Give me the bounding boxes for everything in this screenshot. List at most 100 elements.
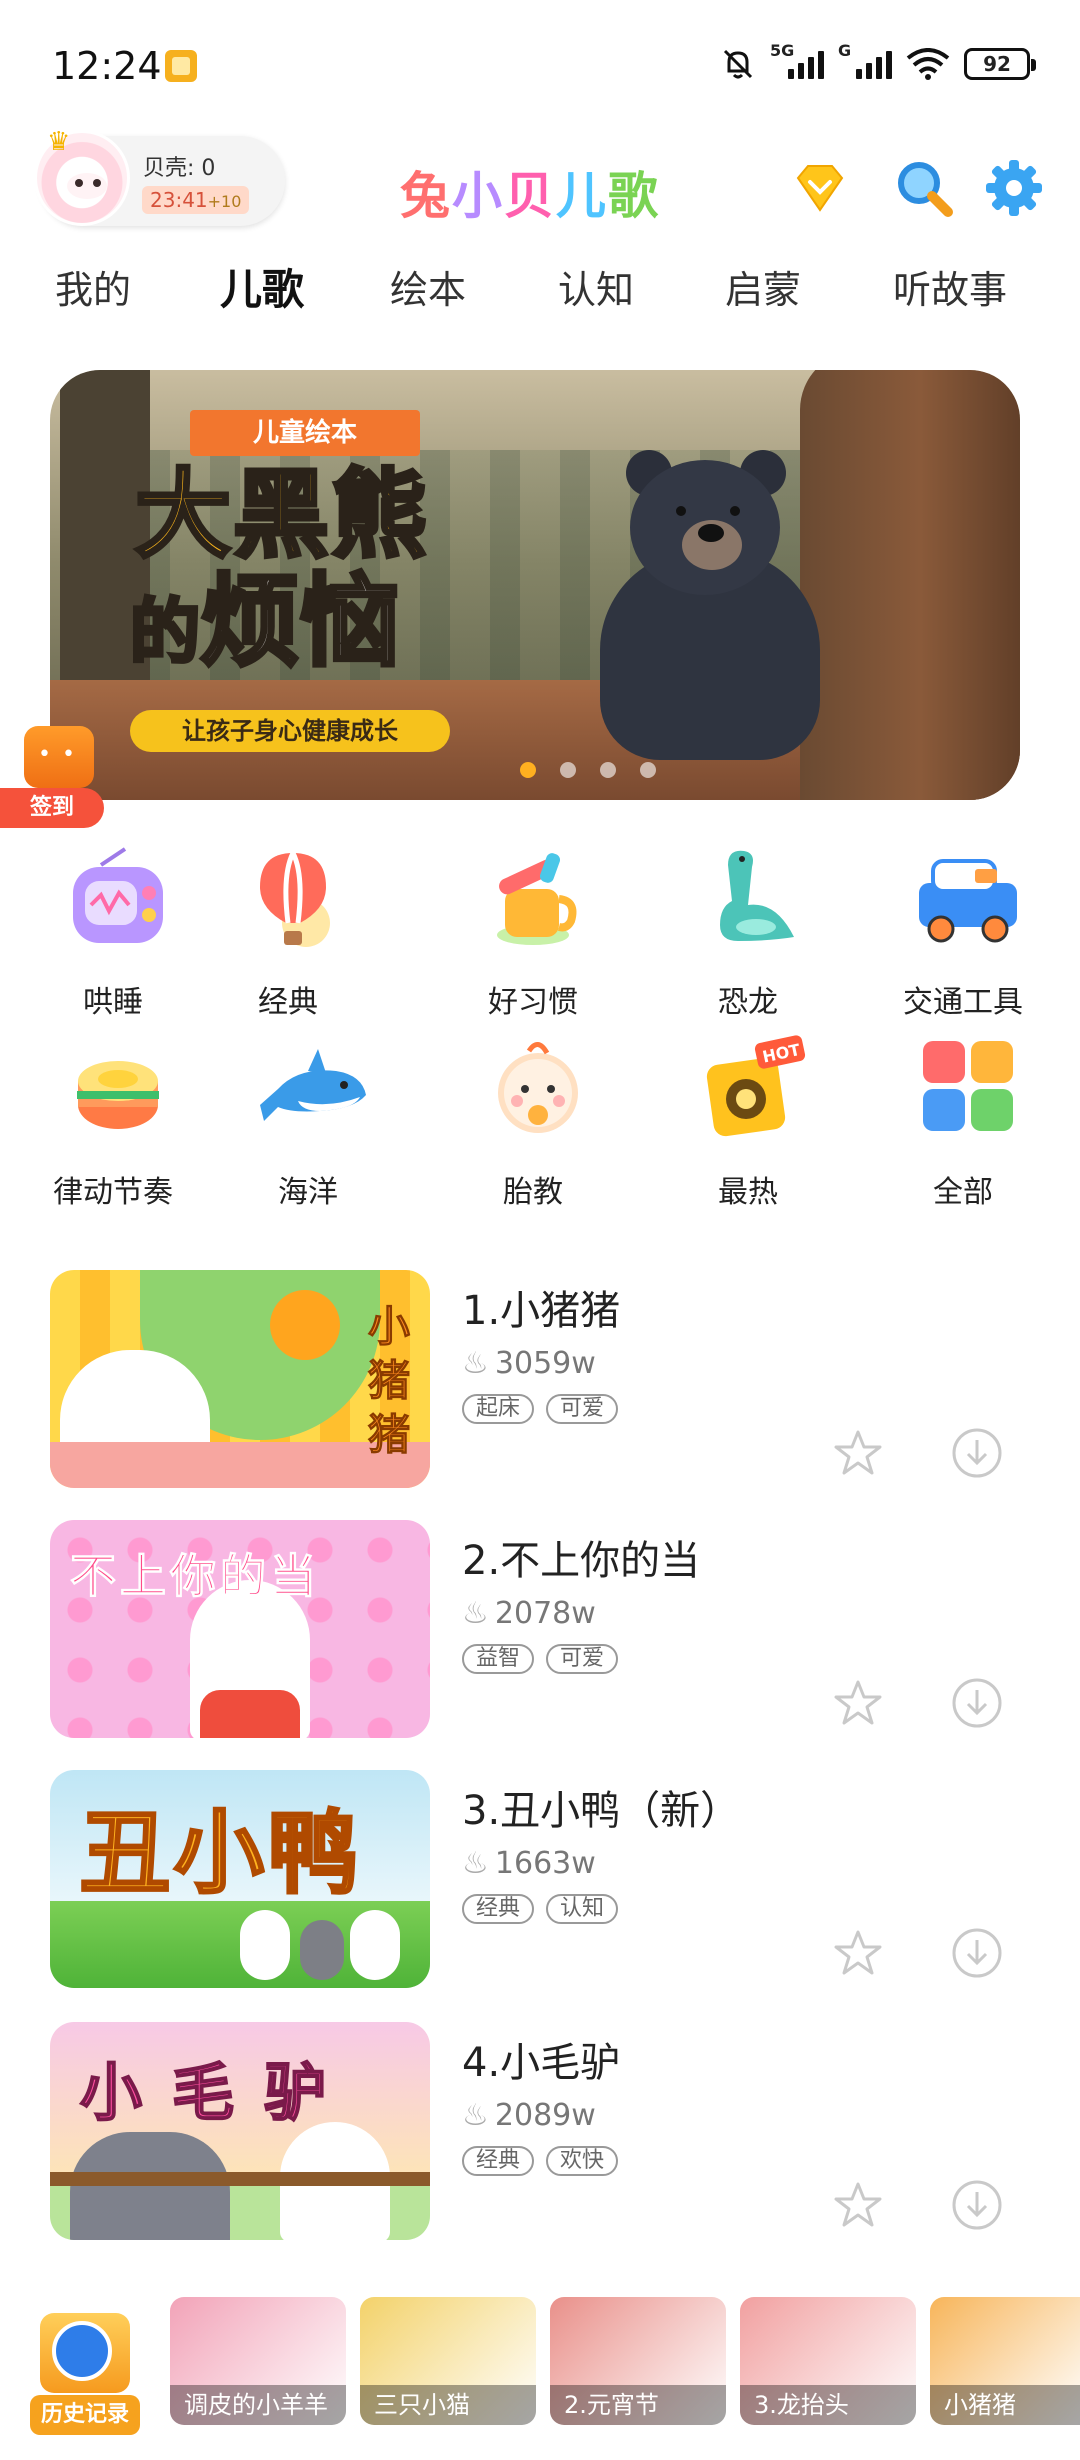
radio-icon (73, 847, 163, 943)
recent-label: 三只小猫 (360, 2385, 536, 2425)
flame-icon: ♨ (462, 1596, 489, 1631)
category-all[interactable]: 全部 (873, 1035, 1053, 1225)
flame-icon: ♨ (462, 2098, 489, 2133)
song-tag: 益智 (462, 1644, 535, 1674)
song-tags: 起床 可爱 (462, 1394, 619, 1424)
category-hottest[interactable]: HOT 最热 (658, 1035, 838, 1225)
search-icon[interactable] (892, 156, 956, 220)
song-thumbnail[interactable]: 小毛驴 (50, 2022, 430, 2240)
sun-icon (270, 1290, 340, 1360)
avatar: ♛ (34, 127, 130, 226)
play-count: ♨ 2078w (462, 1596, 596, 1631)
play-count-value: 2078w (494, 1596, 596, 1631)
category-good-habits[interactable]: 好习惯 (443, 845, 623, 1035)
tab-picture-books[interactable]: 绘本 (390, 255, 466, 325)
download-icon[interactable] (950, 2178, 1004, 2232)
download-icon[interactable] (950, 1676, 1004, 1730)
song-title: 3.丑小鸭（新） (462, 1788, 741, 1834)
play-count-value: 3059w (494, 1346, 596, 1381)
rabbit-dress (200, 1690, 300, 1738)
signal-g-icon: G (838, 41, 892, 79)
song-item[interactable]: 丑小鸭 3.丑小鸭（新） ♨ 1663w 经典 认知 (50, 1770, 1030, 1990)
download-icon[interactable] (950, 1426, 1004, 1480)
flame-icon: ♨ (462, 1346, 489, 1381)
favorite-star-icon[interactable] (832, 1428, 884, 1480)
recent-item[interactable]: 调皮的小羊羊 (170, 2297, 346, 2425)
song-thumbnail[interactable]: 小猪猪 (50, 1270, 430, 1488)
favorite-star-icon[interactable] (832, 1678, 884, 1730)
tab-cognition[interactable]: 认知 (558, 255, 634, 325)
category-classic[interactable]: 经典 (198, 845, 378, 1035)
category-rhythm[interactable]: 律动节奏 (23, 1035, 203, 1225)
song-tags: 益智 可爱 (462, 1644, 619, 1674)
history-button[interactable]: 历史记录 (30, 2303, 140, 2443)
status-time: 12:24 (52, 44, 162, 88)
banner-title-line1: 大黑熊 (133, 459, 429, 571)
recent-item[interactable]: 2.元宵节 (550, 2297, 726, 2425)
song-tag: 起床 (462, 1394, 535, 1424)
logo-char: 兔 (400, 167, 452, 225)
rabbit-figure (350, 1910, 400, 1980)
promo-banner[interactable]: 儿童绘本 大黑熊 的烦恼 让孩子身心健康成长 (50, 370, 1020, 800)
checkin-button[interactable]: 签到 (0, 720, 110, 830)
crown-icon: ♛ (47, 127, 71, 157)
song-thumbnail[interactable]: 丑小鸭 (50, 1770, 430, 1988)
song-item[interactable]: 小毛驴 4.小毛驴 ♨ 2089w 经典 欢快 (50, 2022, 1030, 2242)
thumb-title: 不上你的当 (70, 1549, 320, 1604)
grid-icon (923, 1041, 1013, 1131)
category-prenatal[interactable]: 胎教 (443, 1035, 623, 1225)
banner-title-de: 的 (128, 589, 202, 675)
category-vehicles[interactable]: 交通工具 (873, 845, 1053, 1035)
recent-label: 小猪猪 (930, 2385, 1080, 2425)
pagination-dot[interactable] (640, 762, 656, 778)
category-dinosaur[interactable]: 恐龙 (658, 845, 838, 1035)
diamond-icon[interactable] (788, 156, 852, 220)
song-tags: 经典 认知 (462, 1894, 619, 1924)
play-count: ♨ 1663w (462, 1846, 596, 1881)
signal-g-label: G (838, 41, 852, 60)
thumb-title: 小毛驴 (79, 2055, 357, 2130)
category-lullaby[interactable]: 哄睡 (23, 845, 203, 1035)
pagination-dot[interactable] (560, 762, 576, 778)
history-label: 历史记录 (30, 2395, 140, 2435)
logo-char: 儿 (556, 167, 608, 225)
recent-item[interactable]: 3.龙抬头 (740, 2297, 916, 2425)
category-label: 最热 (718, 1175, 778, 1210)
logo-char: 歌 (608, 167, 660, 225)
cup-icon (497, 853, 577, 945)
logo-char: 贝 (504, 167, 556, 225)
tab-stories[interactable]: 听故事 (893, 255, 1007, 325)
battery-indicator: 92 (964, 48, 1036, 80)
truck-icon (919, 859, 1017, 943)
signal-5g-label: 5G (770, 41, 795, 60)
mute-bell-icon (723, 49, 753, 79)
favorite-star-icon[interactable] (832, 1928, 884, 1980)
recent-item[interactable]: 三只小猫 (360, 2297, 536, 2425)
recent-item[interactable]: 小猪猪 (930, 2297, 1080, 2425)
app-logo: 兔小贝儿歌 (400, 156, 660, 228)
favorite-star-icon[interactable] (832, 2180, 884, 2232)
user-profile-button[interactable]: ♛ 贝壳: 0 23:41+10 (34, 127, 285, 226)
signal-5g-icon: 5G (770, 41, 824, 79)
banner-title-line2: 的烦恼 (128, 568, 402, 684)
song-item[interactable]: 小猪猪 1.小猪猪 ♨ 3059w 起床 可爱 (50, 1270, 1030, 1490)
play-count: ♨ 3059w (462, 1346, 596, 1381)
song-tag: 经典 (462, 2146, 535, 2176)
gear-icon[interactable] (982, 156, 1046, 220)
tab-songs[interactable]: 儿歌 (205, 255, 321, 325)
pagination-dot[interactable] (520, 762, 536, 778)
tab-mine[interactable]: 我的 (55, 255, 131, 325)
tab-enlightenment[interactable]: 启蒙 (725, 255, 801, 325)
song-item[interactable]: 不上你的当 2.不上你的当 ♨ 2078w 益智 可爱 (50, 1520, 1030, 1740)
avatar-face (67, 173, 107, 199)
category-label: 交通工具 (903, 985, 1023, 1020)
avatar-eye (93, 179, 101, 187)
pagination-dot[interactable] (600, 762, 616, 778)
banner-subtitle: 让孩子身心健康成长 (130, 710, 450, 752)
category-ocean[interactable]: 海洋 (218, 1035, 398, 1225)
download-icon[interactable] (950, 1926, 1004, 1980)
song-thumbnail[interactable]: 不上你的当 (50, 1520, 430, 1738)
logo-char: 小 (452, 167, 504, 225)
checkin-label: 签到 (0, 788, 104, 828)
play-count-value: 1663w (494, 1846, 596, 1881)
